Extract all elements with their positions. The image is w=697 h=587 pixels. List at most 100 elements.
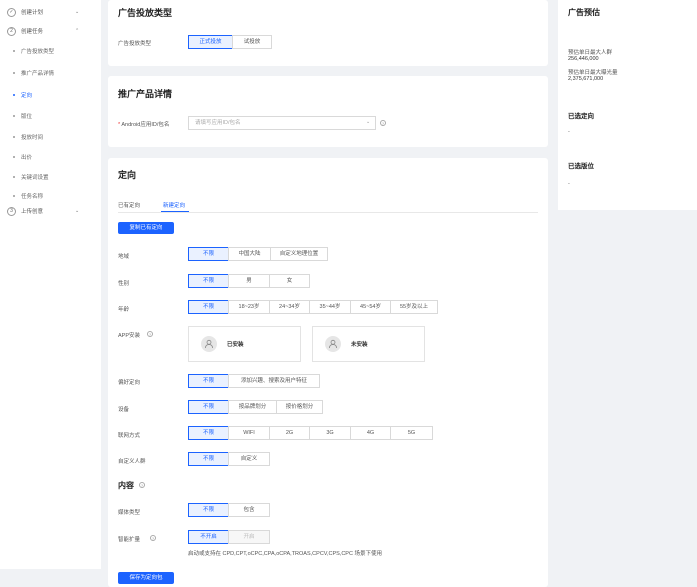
sidebar-step-upload-creative[interactable]: 3 上传创意 ⌄ xyxy=(0,204,101,218)
estimate-users-value: 256,446,000 xyxy=(568,56,599,62)
age-label: 年龄 xyxy=(118,307,130,313)
audience-unlimited-button[interactable]: 不限 xyxy=(188,374,229,388)
network-5g-button[interactable]: 5G xyxy=(390,426,433,440)
age-45-54-button[interactable]: 45~54岁 xyxy=(350,300,391,314)
custom-audience-label: 自定义人群 xyxy=(118,459,146,465)
gender-male-button[interactable]: 男 xyxy=(228,274,270,288)
app-not-installed-option[interactable]: 未安装 xyxy=(312,326,425,362)
app-installed-option[interactable]: 已安装 xyxy=(188,326,301,362)
app-id-input[interactable]: 请填写应用ID/包名 xyxy=(188,116,376,130)
device-label: 设备 xyxy=(118,407,130,413)
chevron-up-icon: ⌃ xyxy=(75,28,80,34)
selected-targeting-value: - xyxy=(568,129,570,135)
bullet-icon xyxy=(13,156,15,158)
help-icon[interactable]: ? xyxy=(150,535,156,541)
age-unlimited-button[interactable]: 不限 xyxy=(188,300,229,314)
help-icon[interactable]: ? xyxy=(380,120,386,126)
sidebar-subitem-schedule[interactable]: 投放时间 xyxy=(0,130,101,144)
estimate-title: 广告预估 xyxy=(568,8,600,17)
bullet-icon xyxy=(13,115,15,117)
device-unlimited-button[interactable]: 不限 xyxy=(188,400,229,414)
chevron-down-icon: ⌄ xyxy=(75,208,80,214)
card-title: 定向 xyxy=(118,170,137,180)
help-icon[interactable]: ? xyxy=(147,331,153,337)
custom-audience-custom-button[interactable]: 自定义 xyxy=(228,452,270,466)
content-type-label: 媒体类型 xyxy=(118,510,141,516)
estimate-impressions-value: 2,375,671,000 xyxy=(568,76,604,82)
chevron-down-icon: ⌄ xyxy=(366,119,371,125)
save-targeting-package-button[interactable]: 保存为定向包 xyxy=(118,572,174,584)
user-icon xyxy=(325,336,341,352)
content-unlimited-button[interactable]: 不限 xyxy=(188,503,229,517)
bullet-icon xyxy=(13,94,15,96)
audience-add-interest-button[interactable]: 添加兴趣、搜索及用户特征 xyxy=(228,374,320,388)
sidebar-subitem-slot[interactable]: 版位 xyxy=(0,109,101,123)
gender-female-button[interactable]: 女 xyxy=(269,274,310,288)
sidebar-subitem-ad-type[interactable]: 广告投放类型 xyxy=(0,44,101,58)
bullet-icon xyxy=(13,50,15,52)
ad-type-formal-button[interactable]: 正式投放 xyxy=(188,35,233,49)
region-label: 地域 xyxy=(118,254,130,260)
age-35-44-button[interactable]: 35~44岁 xyxy=(309,300,351,314)
region-custom-button[interactable]: 自定义地理位置 xyxy=(270,247,328,261)
chevron-down-icon: ⌄ xyxy=(75,9,80,15)
region-unlimited-button[interactable]: 不限 xyxy=(188,247,229,261)
device-price-button[interactable]: 按价格划分 xyxy=(276,400,323,414)
tab-existing-targeting[interactable]: 已有定向 xyxy=(118,201,140,209)
ad-type-card: 广告投放类型 xyxy=(108,0,548,66)
sidebar-step-create-task[interactable]: 2 创建任务 ⌃ xyxy=(0,24,101,38)
region-mainland-button[interactable]: 中国大陆 xyxy=(228,247,271,261)
tab-new-targeting[interactable]: 新建定向 xyxy=(163,201,185,209)
step-number-icon: 2 xyxy=(7,26,16,36)
targeting-card: 定向 xyxy=(108,158,548,587)
sidebar-subitem-keywords[interactable]: 关键词设置 xyxy=(0,170,101,184)
age-18-23-button[interactable]: 18~23岁 xyxy=(228,300,270,314)
network-unlimited-button[interactable]: 不限 xyxy=(188,426,229,440)
content-include-button[interactable]: 包含 xyxy=(228,503,270,517)
app-install-label: APP安装 xyxy=(118,333,141,339)
network-wifi-button[interactable]: WIFI xyxy=(228,426,270,440)
network-4g-button[interactable]: 4G xyxy=(350,426,391,440)
ad-type-label: 广告投放类型 xyxy=(118,41,152,47)
bullet-icon xyxy=(13,195,15,197)
custom-audience-unlimited-button[interactable]: 不限 xyxy=(188,452,229,466)
selected-targeting-title: 已选定向 xyxy=(568,113,594,120)
device-brand-button[interactable]: 按品牌划分 xyxy=(228,400,277,414)
step-number-icon: 3 xyxy=(7,206,16,216)
app-id-label: * Android应用ID/包名 xyxy=(118,122,170,128)
card-title: 推广产品详情 xyxy=(118,89,173,99)
sidebar-subitem-bid[interactable]: 出价 xyxy=(0,150,101,164)
bullet-icon xyxy=(13,72,15,74)
product-card: 推广产品详情 xyxy=(108,76,548,147)
sidebar-subitem-product[interactable]: 推广产品详情 xyxy=(0,66,101,80)
content-section-title: 内容 xyxy=(118,481,134,490)
age-55-plus-button[interactable]: 55岁及以上 xyxy=(390,300,438,314)
age-24-34-button[interactable]: 24~34岁 xyxy=(269,300,310,314)
network-2g-button[interactable]: 2G xyxy=(269,426,310,440)
bullet-icon xyxy=(13,136,15,138)
network-label: 联网方式 xyxy=(118,433,141,439)
tab-divider xyxy=(118,212,538,213)
help-icon[interactable]: ? xyxy=(139,482,145,488)
card-title: 广告投放类型 xyxy=(118,8,173,18)
network-3g-button[interactable]: 3G xyxy=(309,426,351,440)
bullet-icon xyxy=(13,176,15,178)
user-icon xyxy=(201,336,217,352)
smart-expand-off-button[interactable]: 不开启 xyxy=(188,530,229,544)
sidebar-subitem-targeting[interactable]: 定向 xyxy=(0,88,101,102)
selected-slot-value: - xyxy=(568,181,570,187)
copy-targeting-button[interactable]: 复制已有定向 xyxy=(118,222,174,234)
estimate-impressions-label: 预估单日最大曝光量 xyxy=(568,70,618,76)
audience-label: 偏好定向 xyxy=(118,380,141,386)
sidebar-step-create-plan[interactable]: ✓ 创建计划 ⌄ xyxy=(0,5,101,19)
gender-unlimited-button[interactable]: 不限 xyxy=(188,274,229,288)
selected-slot-title: 已选版位 xyxy=(568,163,594,170)
gender-label: 性别 xyxy=(118,281,130,287)
ad-type-trial-button[interactable]: 试投放 xyxy=(232,35,272,49)
sidebar-subitem-task-name[interactable]: 任务名称 xyxy=(0,189,101,203)
estimate-panel: 广告预估 预估单日最大人群 256,446,000 预估单日最大曝光量 2,37… xyxy=(558,0,697,210)
smart-expand-on-button[interactable]: 开启 xyxy=(228,530,270,544)
smart-expand-label: 智能扩量 xyxy=(118,537,141,543)
smart-expand-note: 启动或支持在 CPD,CPT,oCPC,CPA,oCPA,TROAS,CPCV,… xyxy=(188,551,382,557)
sidebar: ✓ 创建计划 ⌄ 2 创建任务 ⌃ 广告投放类型 推广产品详情 定向 版位 投放… xyxy=(0,0,101,569)
